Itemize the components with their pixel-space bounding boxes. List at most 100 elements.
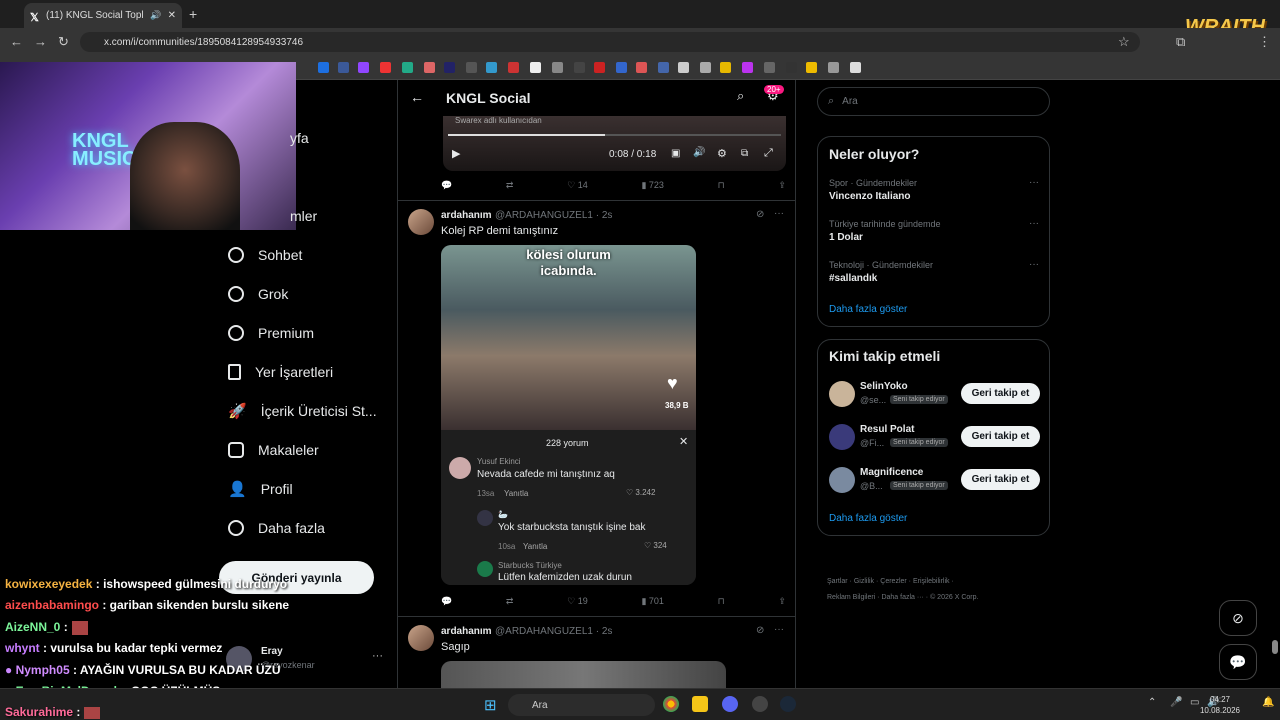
views-button[interactable]: ▮ 723 bbox=[641, 180, 663, 191]
clock[interactable]: 04:27 10.08.2026 bbox=[1200, 694, 1240, 716]
url-field[interactable]: x.com/i/communities/1895084128954933746 bbox=[80, 32, 1140, 52]
scrollbar[interactable] bbox=[1272, 640, 1278, 654]
views-button[interactable]: ▮ 701 bbox=[641, 596, 663, 607]
tweet-author[interactable]: ardahanım bbox=[441, 626, 492, 637]
suggestion-item[interactable]: SelinYoko @se... Seni takip ediyor Geri … bbox=[818, 380, 1049, 410]
heart-icon[interactable]: ♥ bbox=[667, 373, 678, 394]
start-icon[interactable]: ⊞ bbox=[484, 696, 497, 714]
follow-back-button[interactable]: Geri takip et bbox=[961, 426, 1040, 447]
comment-likes[interactable]: ♡ 324 bbox=[644, 541, 667, 550]
nav-item-creator-studio[interactable]: 🚀 İçerik Üreticisi St... bbox=[228, 399, 377, 423]
more-dots-icon[interactable]: ··· bbox=[774, 208, 784, 219]
back-arrow-icon[interactable]: ← bbox=[410, 89, 424, 105]
bookmark-icon[interactable]: ⊓ bbox=[718, 180, 725, 191]
nav-item-premium[interactable]: Premium bbox=[228, 321, 314, 345]
bookmark-icon[interactable] bbox=[786, 62, 797, 73]
mic-icon[interactable]: 🎤 bbox=[1170, 697, 1182, 708]
suggestion-item[interactable]: Resul Polat @Fi... Seni takip ediyor Ger… bbox=[818, 423, 1049, 453]
nav-item-more[interactable]: Daha fazla bbox=[228, 516, 325, 540]
share-icon[interactable]: ⇪ bbox=[778, 180, 786, 191]
play-icon[interactable]: ▶ bbox=[452, 147, 460, 160]
share-icon[interactable]: ⇪ bbox=[778, 596, 786, 607]
bookmark-icon[interactable] bbox=[402, 62, 413, 73]
search-input[interactable]: ⌕ Ara bbox=[817, 87, 1050, 116]
bookmark-icon[interactable] bbox=[658, 62, 669, 73]
gear-icon[interactable]: ⚙ bbox=[717, 147, 727, 160]
reply-icon[interactable]: 💬 bbox=[441, 596, 452, 607]
fullscreen-icon[interactable]: ⤢ bbox=[764, 147, 773, 160]
bookmark-icon[interactable] bbox=[806, 62, 817, 73]
forward-icon[interactable]: → bbox=[34, 34, 47, 49]
like-button[interactable]: ♡ 14 bbox=[567, 180, 588, 191]
app-icon[interactable] bbox=[752, 696, 768, 712]
trend-item[interactable]: Teknoloji · Gündemdekiler #sallandık ··· bbox=[818, 257, 1049, 293]
bookmark-icon[interactable] bbox=[700, 62, 711, 73]
bookmark-icon[interactable] bbox=[552, 62, 563, 73]
tweet[interactable]: ardahanım @ARDAHANGUZEL1 · 2s ⊘ ··· Sagı… bbox=[398, 617, 795, 688]
trend-item[interactable]: Türkiye tarihinde gündemde 1 Dolar ··· bbox=[818, 216, 1049, 252]
steam-icon[interactable] bbox=[780, 696, 796, 712]
nav-item-profile[interactable]: 👤 Profil bbox=[228, 477, 293, 501]
more-dots-icon[interactable]: ··· bbox=[774, 624, 784, 635]
reply-icon[interactable]: 💬 bbox=[441, 180, 452, 191]
grok-icon[interactable]: ⊘ bbox=[756, 209, 764, 220]
volume-icon[interactable]: 🔊 bbox=[693, 147, 705, 158]
pip-icon[interactable]: ⧉ bbox=[741, 148, 748, 159]
bookmark-icon[interactable] bbox=[850, 62, 861, 73]
more-dots-icon[interactable]: ··· bbox=[1029, 177, 1039, 188]
comment-likes[interactable]: ♡ 3.242 bbox=[626, 488, 655, 497]
taskbar-search[interactable]: Ara bbox=[508, 694, 655, 716]
bookmark-icon[interactable] bbox=[636, 62, 647, 73]
grok-float-button[interactable]: ⊘ bbox=[1219, 600, 1257, 636]
bookmark-icon[interactable] bbox=[530, 62, 541, 73]
show-more-link[interactable]: Daha fazla göster bbox=[829, 513, 907, 524]
tweet[interactable]: ardahanım @ARDAHANGUZEL1 · 2s ⊘ ··· Kole… bbox=[398, 201, 795, 616]
bookmark-icon[interactable] bbox=[486, 62, 497, 73]
bookmark-icon[interactable] bbox=[424, 62, 435, 73]
bookmark-icon[interactable] bbox=[720, 62, 731, 73]
bookmark-icon[interactable] bbox=[574, 62, 585, 73]
bookmark-icon[interactable] bbox=[508, 62, 519, 73]
bookmark-icon[interactable]: ⊓ bbox=[718, 596, 725, 607]
folder-icon[interactable] bbox=[692, 696, 708, 712]
more-dots-icon[interactable]: ··· bbox=[1029, 218, 1039, 229]
nav-item-home[interactable]: yfa bbox=[290, 126, 309, 150]
new-tab-icon[interactable]: + bbox=[189, 6, 197, 22]
reply-link[interactable]: Yanıtla bbox=[504, 489, 528, 498]
discord-icon[interactable] bbox=[722, 696, 738, 712]
search-icon[interactable]: ⌕ bbox=[737, 88, 744, 104]
bookmark-icon[interactable] bbox=[742, 62, 753, 73]
captions-icon[interactable]: ▣ bbox=[671, 148, 680, 159]
nav-item-chat[interactable]: Sohbet bbox=[228, 243, 302, 267]
bookmark-icon[interactable] bbox=[444, 62, 455, 73]
back-icon[interactable]: ← bbox=[10, 34, 23, 49]
grok-icon[interactable]: ⊘ bbox=[756, 625, 764, 636]
close-icon[interactable]: ✕ bbox=[679, 435, 688, 448]
show-more-link[interactable]: Daha fazla göster bbox=[829, 304, 907, 315]
follow-back-button[interactable]: Geri takip et bbox=[961, 469, 1040, 490]
menu-icon[interactable]: ⋮ bbox=[1258, 34, 1271, 50]
bookmark-icon[interactable] bbox=[358, 62, 369, 73]
tweet-author[interactable]: ardahanım bbox=[441, 210, 492, 221]
bookmark-icon[interactable] bbox=[338, 62, 349, 73]
speaker-icon[interactable]: 🔊 bbox=[150, 10, 161, 21]
nav-item-bookmarks[interactable]: Yer İşaretleri bbox=[228, 360, 333, 384]
footer-links[interactable]: Reklam Bilgileri · Daha fazla ··· · © 20… bbox=[827, 594, 978, 601]
video-progress-bar[interactable] bbox=[448, 134, 781, 136]
video-player[interactable]: Swarex adlı kullanıcıdan ▶ 0:08 / 0:18 ▣… bbox=[443, 116, 786, 171]
bookmark-icon[interactable] bbox=[828, 62, 839, 73]
footer-links[interactable]: Şartlar · Gizlilik · Çerezler · Erişileb… bbox=[827, 578, 954, 585]
nav-item-grok[interactable]: Grok bbox=[224, 282, 288, 306]
more-dots-icon[interactable]: ··· bbox=[372, 650, 383, 662]
retweet-icon[interactable]: ⇄ bbox=[506, 180, 514, 191]
bookmark-icon[interactable] bbox=[318, 62, 329, 73]
more-dots-icon[interactable]: ··· bbox=[1029, 259, 1039, 270]
trend-item[interactable]: Spor · Gündemdekiler Vincenzo Italiano ·… bbox=[818, 175, 1049, 211]
bookmark-icon[interactable] bbox=[594, 62, 605, 73]
like-button[interactable]: ♡ 19 bbox=[567, 596, 588, 607]
bookmark-icon[interactable] bbox=[380, 62, 391, 73]
browser-tab[interactable]: 𝕏 (11) KNGL Social Topluluk / 🔊 ✕ bbox=[24, 3, 182, 28]
tweet-media[interactable] bbox=[441, 661, 726, 688]
bookmark-icon[interactable] bbox=[616, 62, 627, 73]
bookmark-icon[interactable] bbox=[678, 62, 689, 73]
